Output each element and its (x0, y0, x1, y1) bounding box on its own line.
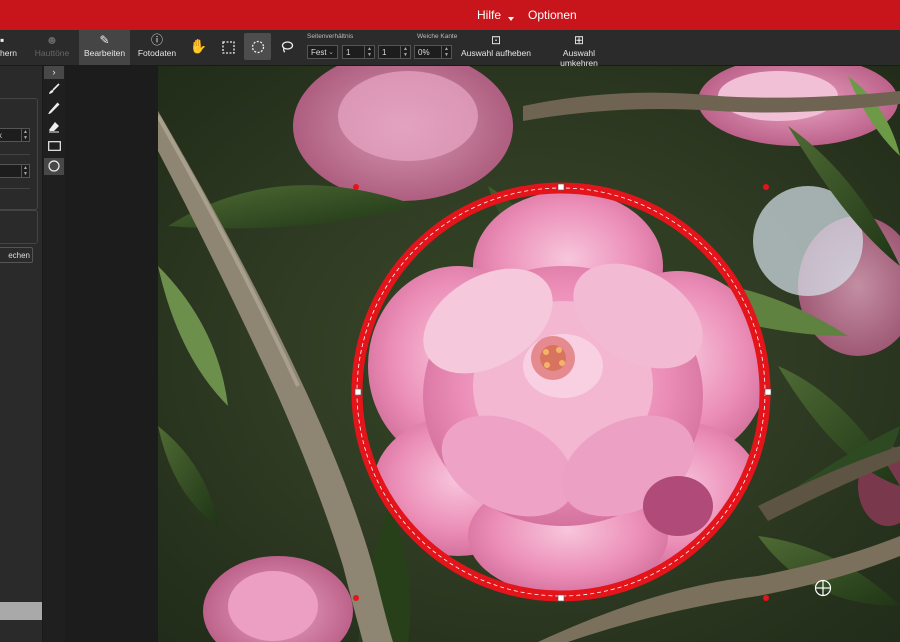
eraser-icon (49, 122, 59, 133)
aspect-mode-select[interactable]: Fest ⌄ (307, 45, 338, 59)
lasso-icon (281, 41, 293, 53)
disabled-field: ▲ ▼ (0, 164, 30, 178)
aspect-width-input[interactable]: 1 ▲ ▼ (342, 45, 375, 59)
selection-handle-right[interactable] (764, 388, 772, 396)
hand-tool[interactable]: ✋ (185, 33, 212, 60)
corner-handle[interactable] (763, 184, 769, 190)
chevron-down-icon: ⌄ (328, 49, 334, 56)
stepper-icon[interactable]: ▲ ▼ (400, 46, 410, 58)
aspect-height-input[interactable]: 1 ▲ ▼ (378, 45, 411, 59)
circle-icon (48, 160, 60, 172)
rect-select-icon (222, 41, 235, 54)
panel-footer (0, 602, 42, 620)
save-button[interactable]: ▪ hern (0, 30, 17, 65)
options-group (0, 210, 38, 244)
crosshair-cursor-icon (814, 579, 832, 597)
deselect-button[interactable]: ⊡ Auswahl aufheben (460, 30, 532, 65)
skin-tones-button: ☻ Hauttöne (27, 30, 77, 65)
stepper-icon[interactable]: ▲ ▼ (21, 129, 29, 141)
divider (0, 154, 30, 155)
feather-label: Weiche Kante (417, 33, 458, 40)
rect-select-tool[interactable] (215, 33, 242, 60)
info-icon: ⓘ (150, 33, 163, 47)
workspace-background (65, 66, 158, 642)
invert-selection-button[interactable]: ⊞ Auswahl umkehren (543, 30, 615, 68)
photo-image (158, 66, 900, 642)
chevron-right-icon: › (52, 67, 56, 77)
corner-handle[interactable] (353, 184, 359, 190)
eraser-tool[interactable] (44, 119, 64, 136)
drawing-tool-strip: › (43, 66, 65, 642)
face-icon: ☻ (45, 33, 59, 47)
stepper-icon[interactable]: ▲ ▼ (441, 46, 451, 58)
partial-button[interactable]: echen (0, 247, 33, 263)
top-menu-bar: Hilfe Optionen (0, 0, 900, 30)
circle-tool[interactable] (44, 158, 64, 175)
aspect-ratio-label: Seitenverhältnis (307, 33, 354, 40)
pencil-icon (47, 102, 60, 115)
left-panel: x ▲ ▼ ▲ ▼ echen (0, 66, 43, 642)
lasso-tool[interactable] (273, 33, 300, 60)
save-icon: ▪ (0, 33, 5, 47)
deselect-icon: ⊡ (490, 33, 502, 47)
collapse-button[interactable]: › (44, 66, 64, 79)
selection-handle-top[interactable] (557, 183, 565, 191)
brush-icon (49, 83, 60, 95)
photo-canvas[interactable] (158, 66, 900, 642)
ellipse-select-tool[interactable] (244, 33, 271, 60)
brush-tool[interactable] (44, 81, 64, 98)
selection-handle-bottom[interactable] (557, 594, 565, 602)
photo-data-button[interactable]: ⓘ Fotodaten (134, 30, 180, 65)
selection-handle-left[interactable] (354, 388, 362, 396)
toolbar: ▪ hern ☻ Hauttöne ✎ Bearbeiten ⓘ Fotodat… (0, 30, 900, 68)
rectangle-icon (47, 141, 61, 151)
feather-input[interactable]: 0% ▲ ▼ (414, 45, 452, 59)
corner-handle[interactable] (763, 595, 769, 601)
hand-icon: ✋ (189, 38, 208, 54)
invert-selection-icon: ⊞ (573, 33, 585, 47)
stepper-icon: ▲ ▼ (21, 165, 29, 177)
stepper-icon[interactable]: ▲ ▼ (364, 46, 374, 58)
pencil-tool[interactable] (44, 100, 64, 117)
ellipse-select-icon (251, 41, 264, 54)
chevron-down-icon[interactable] (508, 17, 514, 21)
menu-options[interactable]: Optionen (528, 0, 577, 30)
corner-handle[interactable] (353, 595, 359, 601)
rectangle-tool[interactable] (44, 138, 64, 155)
unit-field[interactable]: x ▲ ▼ (0, 128, 30, 142)
edit-button[interactable]: ✎ Bearbeiten (79, 30, 130, 65)
menu-help[interactable]: Hilfe (477, 0, 501, 30)
edit-icon: ✎ (99, 33, 110, 47)
divider (0, 188, 30, 189)
